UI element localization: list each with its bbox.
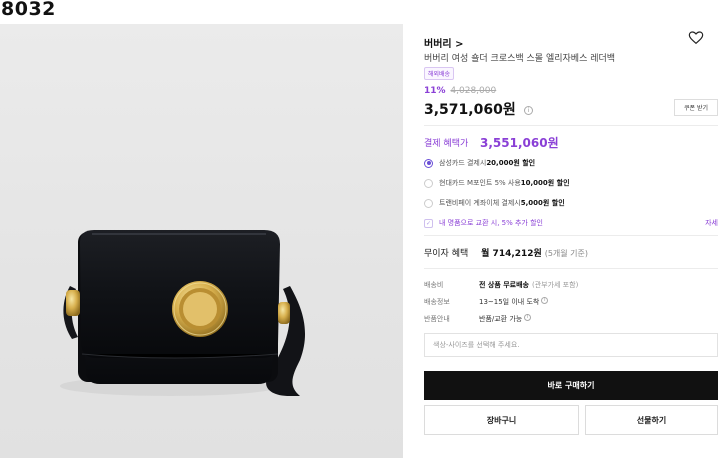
option-amount: 5,000원 할인 — [520, 199, 565, 207]
payment-option-transfer[interactable]: 트랜비페이 계좌이체 결제시 5,000원 할인 — [424, 198, 565, 208]
shipping-info-value: 13~15일 이내 도착 — [479, 298, 540, 306]
divider — [424, 235, 718, 236]
return-info-label: 반품안내 — [424, 315, 450, 323]
shipping-info-label: 배송정보 — [424, 298, 450, 306]
shipping-fee-label: 배송비 — [424, 281, 444, 289]
option-amount: 10,000원 할인 — [520, 179, 570, 187]
page-id-label: 8032 — [1, 0, 56, 20]
installment-label: 무이자 혜택 — [424, 249, 469, 259]
payment-option-hyundai[interactable]: 현대카드 M포인트 5% 사용 10,000원 할인 — [424, 178, 570, 188]
info-circle-icon[interactable]: i — [523, 106, 533, 115]
gift-button[interactable]: 선물하기 — [585, 405, 718, 435]
cart-button[interactable]: 장바구니 — [424, 405, 579, 435]
product-image — [0, 24, 403, 458]
original-price: 4,028,000 — [450, 86, 497, 96]
benefit-price: 3,551,060원 — [480, 136, 559, 150]
divider — [424, 268, 718, 269]
trade-in-option[interactable]: ✓ 내 명품으로 교환 시, 5% 추가 할인 — [424, 218, 543, 228]
radio-selected-icon[interactable] — [424, 158, 433, 168]
product-title: 버버리 여성 숄더 크로스백 스몰 엘리자베스 레더백 — [424, 54, 616, 64]
detail-link[interactable]: 자세 — [705, 218, 718, 228]
sale-price: 3,571,060원 — [424, 102, 516, 118]
option-text: 현대카드 M포인트 5% 사용 — [439, 179, 521, 187]
installment-value: 월 714,212원 — [481, 249, 542, 259]
shipping-fee-row: 배송비 전 상품 무료배송 (관부가세 포함) — [424, 280, 578, 290]
option-amount: 20,000원 할인 — [486, 159, 536, 167]
option-text: 트랜비페이 계좌이체 결제시 — [439, 199, 521, 207]
installment-note: (5개월 기준) — [544, 249, 589, 258]
shipping-fee-note: (관부가세 포함) — [531, 281, 579, 289]
radio-icon[interactable] — [424, 178, 433, 188]
coupon-button[interactable]: 쿠폰 받기 — [674, 99, 718, 116]
brand-link[interactable]: 버버리 > — [424, 39, 463, 50]
option-text: 삼성카드 결제시 — [439, 159, 487, 167]
heart-outline-icon[interactable] — [688, 30, 704, 46]
shipping-info-row: 배송정보 13~15일 이내 도착 i — [424, 297, 549, 307]
return-info-row: 반품안내 반품/교환 가능 i — [424, 314, 532, 324]
discount-rate: 11% — [424, 86, 446, 96]
checkbox-icon[interactable]: ✓ — [424, 218, 433, 228]
payment-option-samsung[interactable]: 삼성카드 결제시 20,000원 할인 — [424, 158, 535, 168]
overseas-shipping-badge: 해외배송 — [424, 67, 455, 80]
divider — [424, 125, 718, 126]
info-circle-icon[interactable]: i — [541, 297, 549, 304]
discount-row: 11% 4,028,000 — [424, 86, 496, 96]
buy-now-button[interactable]: 바로 구매하기 — [424, 371, 718, 400]
installment-row: 무이자 혜택 월 714,212원 (5개월 기준) — [424, 246, 588, 259]
option-select[interactable]: 색상-사이즈를 선택해 주세요. — [424, 333, 718, 357]
brand-row: 버버리 > — [424, 30, 718, 50]
handbag-illustration — [60, 230, 306, 396]
shipping-fee-value: 전 상품 무료배송 — [479, 281, 529, 289]
price-row: 3,571,060원 i — [424, 99, 533, 118]
info-circle-icon[interactable]: i — [524, 314, 532, 321]
benefit-price-label: 결제 혜택가 — [424, 139, 469, 149]
radio-icon[interactable] — [424, 198, 433, 208]
return-info-value: 반품/교환 가능 — [479, 315, 523, 323]
trade-in-text: 내 명품으로 교환 시, 5% 추가 할인 — [439, 219, 543, 227]
